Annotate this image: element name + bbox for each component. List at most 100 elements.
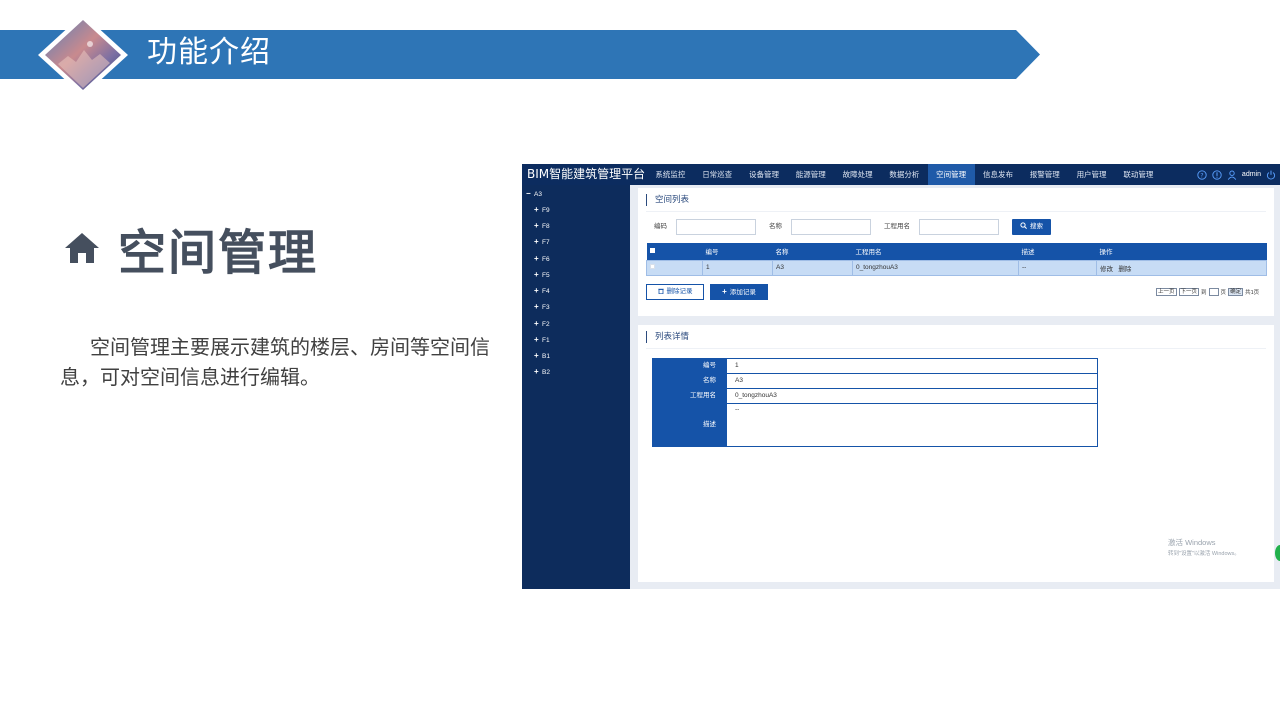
nav-item-fault-handling[interactable]: 故障处理 — [834, 164, 881, 185]
tree-item-f3[interactable]: + F3 — [534, 300, 550, 314]
next-page-button[interactable]: 下一页 — [1178, 288, 1200, 296]
app-topbar: BIM智能建筑管理平台 系统监控 日常巡查 设备管理 能源管理 故障处理 数据分… — [522, 164, 1280, 185]
space-list-panel: 空间列表 编码 名称 工程用名 搜索 编号 名称 工程用名 描述 操作 1 A3… — [638, 188, 1274, 316]
detail-form: 编号 1 名称 A3 工程用名 0_tongzhouA3 描述 -- — [652, 358, 1098, 447]
expand-icon[interactable]: + — [534, 252, 542, 266]
code-label: 编码 — [654, 223, 667, 230]
nav-item-info-publish[interactable]: 信息发布 — [975, 164, 1022, 185]
tree-item-b1[interactable]: + B1 — [534, 349, 550, 363]
user-icon[interactable] — [1227, 170, 1237, 180]
name-input[interactable] — [791, 219, 871, 235]
tree-item-b2[interactable]: + B2 — [534, 365, 550, 379]
cell-name: A3 — [772, 259, 853, 276]
nav-item-user-management[interactable]: 用户管理 — [1068, 164, 1115, 185]
section-description: 空间管理主要展示建筑的楼层、房间等空间信息，可对空间信息进行编辑。 — [60, 335, 490, 389]
current-user[interactable]: admin — [1242, 171, 1261, 178]
header-title: 功能介绍 — [147, 35, 271, 70]
page-number-input[interactable] — [1208, 288, 1219, 296]
app-title: BIM智能建筑管理平台 — [527, 167, 646, 181]
nav-item-space-management[interactable]: 空间管理 — [927, 164, 975, 185]
col-id: 编号 — [702, 243, 773, 260]
plus-icon: + — [722, 287, 727, 296]
cell-description: -- — [1018, 259, 1097, 276]
section-title: 空间管理 — [118, 225, 319, 281]
floor-tree-sidebar: − A3 + F9 + F8 + F7 + F6 + F5 + F4 + F3 + F2 + F1 … — [522, 185, 630, 589]
jump-suffix: 页 — [1220, 290, 1227, 296]
expand-icon[interactable]: + — [534, 203, 542, 217]
tree-item-f8[interactable]: + F8 — [534, 219, 550, 233]
search-button[interactable]: 搜索 — [1012, 219, 1051, 235]
delete-link[interactable]: 删除 — [1118, 266, 1131, 273]
expand-icon[interactable]: + — [534, 268, 542, 282]
detail-value-id[interactable]: 1 — [727, 359, 1097, 374]
detail-value-name[interactable]: A3 — [727, 374, 1097, 389]
row-checkbox[interactable] — [646, 259, 703, 276]
detail-value-description[interactable]: -- — [727, 404, 1097, 446]
detail-row-id: 编号 1 — [653, 359, 1097, 374]
detail-label-name: 名称 — [653, 374, 727, 389]
watermark-line2: 转到"设置"以激活 Windows。 — [1168, 551, 1240, 557]
detail-row-name: 名称 A3 — [653, 374, 1097, 389]
tree-item-f6[interactable]: + F6 — [534, 252, 550, 266]
nav-item-daily-inspection[interactable]: 日常巡查 — [694, 164, 741, 185]
detail-label-id: 编号 — [653, 359, 727, 374]
main-nav: 系统监控 日常巡查 设备管理 能源管理 故障处理 数据分析 空间管理 信息发布 … — [647, 164, 1162, 185]
nav-item-data-analysis[interactable]: 数据分析 — [881, 164, 928, 185]
prev-page-button[interactable]: 上一页 — [1156, 288, 1177, 296]
expand-icon[interactable]: + — [534, 365, 542, 379]
tree-item-f7[interactable]: + F7 — [534, 235, 550, 249]
detail-value-project-name[interactable]: 0_tongzhouA3 — [727, 389, 1097, 404]
collapse-icon[interactable]: − — [526, 187, 534, 201]
alert-icon[interactable] — [1212, 169, 1222, 180]
detail-row-project-name: 工程用名 0_tongzhouA3 — [653, 389, 1097, 404]
jump-prefix: 到 — [1201, 290, 1207, 296]
space-list-title: 空间列表 — [646, 194, 689, 206]
topbar-actions: ? admin — [1197, 164, 1276, 185]
table-header-row: 编号 名称 工程用名 描述 操作 — [646, 243, 1267, 260]
power-icon[interactable] — [1266, 170, 1276, 180]
tree-item-f5[interactable]: + F5 — [534, 268, 550, 282]
name-label: 名称 — [769, 223, 782, 230]
detail-row-description: 描述 -- — [653, 404, 1097, 446]
expand-icon[interactable]: + — [534, 333, 542, 347]
help-icon[interactable]: ? — [1197, 169, 1207, 180]
project-name-input[interactable] — [919, 219, 999, 235]
expand-icon[interactable]: + — [534, 284, 542, 298]
tree-item-f1[interactable]: + F1 — [534, 333, 550, 347]
code-input[interactable] — [676, 219, 756, 235]
edit-link[interactable]: 修改 — [1100, 266, 1113, 273]
nav-item-system-monitor[interactable]: 系统监控 — [647, 164, 694, 185]
tree-item-f4[interactable]: + F4 — [534, 284, 550, 298]
app-screenshot: BIM智能建筑管理平台 系统监控 日常巡查 设备管理 能源管理 故障处理 数据分… — [522, 164, 1280, 589]
tree-item-f2[interactable]: + F2 — [534, 317, 550, 331]
nav-item-linkage-management[interactable]: 联动管理 — [1115, 164, 1162, 185]
col-project-name: 工程用名 — [852, 243, 1019, 260]
expand-icon[interactable]: + — [534, 317, 542, 331]
table-row[interactable]: 1 A3 0_tongzhouA3 -- 修改 删除 — [646, 259, 1267, 276]
detail-label-project-name: 工程用名 — [653, 389, 727, 404]
tree-item-f9[interactable]: + F9 — [534, 203, 550, 217]
section-heading: 空间管理 — [64, 218, 318, 281]
detail-label-description: 描述 — [653, 404, 727, 446]
cell-project-name: 0_tongzhouA3 — [852, 259, 1019, 276]
delete-records-button[interactable]: 删除记录 — [646, 284, 704, 300]
watermark-line1: 激活 Windows — [1168, 538, 1216, 547]
expand-icon[interactable]: + — [534, 349, 542, 363]
panel-divider — [646, 348, 1266, 349]
confirm-page-button[interactable]: 确定 — [1228, 288, 1244, 296]
total-pages: 共1页 — [1245, 290, 1260, 296]
tree-root-a3[interactable]: − A3 — [526, 187, 542, 201]
nav-item-alarm-management[interactable]: 报警管理 — [1021, 164, 1068, 185]
nav-item-energy-management[interactable]: 能源管理 — [787, 164, 834, 185]
expand-icon[interactable]: + — [534, 235, 542, 249]
expand-icon[interactable]: + — [534, 219, 542, 233]
windows-activation-watermark: 激活 Windows 转到"设置"以激活 Windows。 — [1168, 537, 1240, 557]
nav-item-device-management[interactable]: 设备管理 — [741, 164, 788, 185]
select-all-checkbox[interactable] — [646, 243, 703, 260]
search-icon — [1020, 222, 1027, 229]
trash-icon — [657, 288, 664, 295]
add-record-button[interactable]: + 添加记录 — [710, 284, 768, 300]
expand-icon[interactable]: + — [534, 300, 542, 314]
col-description: 描述 — [1018, 243, 1097, 260]
floating-chat-icon[interactable] — [1275, 545, 1280, 561]
